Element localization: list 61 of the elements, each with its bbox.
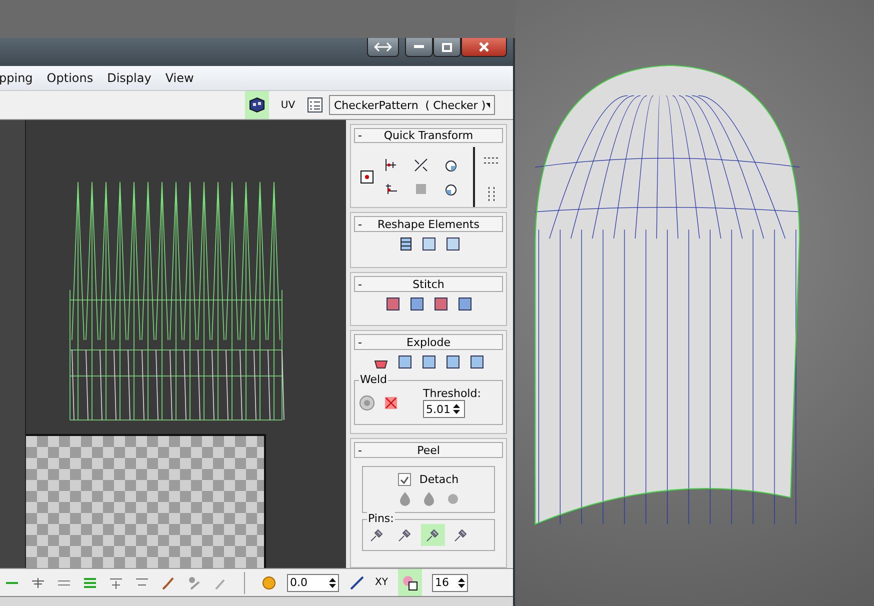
snap-toggle[interactable]	[398, 568, 422, 596]
caret-icon	[486, 102, 490, 108]
collapse-sign[interactable]: -	[358, 278, 366, 290]
minimize-icon	[414, 45, 424, 49]
grid-snap-icon	[402, 574, 418, 590]
pin-icon	[453, 527, 469, 543]
pins-label: Pins:	[367, 512, 395, 525]
check-icon	[400, 476, 410, 484]
value-spinner[interactable]: 0.0	[287, 574, 339, 592]
rollout-title: Peel	[416, 444, 441, 456]
snap-spinner[interactable]: 16	[432, 574, 468, 592]
minimize-button[interactable]	[405, 38, 433, 57]
weld-label: Weld	[359, 373, 388, 386]
rollout-title: Stitch	[412, 278, 446, 290]
align-icon[interactable]	[382, 157, 398, 173]
circle-icon[interactable]	[261, 574, 277, 590]
pin-icon	[397, 527, 413, 543]
maximize-button[interactable]	[433, 38, 461, 57]
double-arrow-icon	[374, 42, 392, 52]
threshold-spinner[interactable]: 5.01	[423, 400, 465, 418]
collapse-sign[interactable]: -	[358, 129, 366, 142]
spinner-arrows-icon[interactable]	[452, 403, 460, 415]
maximize-icon	[442, 42, 452, 52]
collapse-sign[interactable]: -	[358, 336, 366, 348]
rollout-header[interactable]: - Reshape Elements	[354, 216, 503, 232]
line-icon[interactable]	[349, 574, 365, 590]
detach-checkbox[interactable]	[398, 473, 412, 486]
uv-label[interactable]: UV	[275, 100, 301, 110]
detach-label: Detach	[419, 473, 459, 486]
menu-item[interactable]: pping	[0, 71, 33, 85]
cube-icon	[249, 97, 265, 113]
brush-icon[interactable]	[160, 574, 176, 590]
rollout-header[interactable]: - Explode	[354, 334, 503, 350]
close-button[interactable]	[461, 38, 507, 57]
list-icon[interactable]	[307, 97, 323, 113]
pin-icon	[369, 527, 385, 543]
menu-item[interactable]: View	[165, 71, 194, 85]
texture-dropdown[interactable]: CheckerPattern ( Checker )	[329, 95, 495, 115]
rollout-header[interactable]: - Quick Transform	[354, 128, 503, 143]
swap-button[interactable]	[367, 38, 399, 57]
rollout-title: Explode	[406, 336, 452, 348]
target-icon[interactable]	[359, 394, 375, 410]
weld-icon[interactable]	[383, 394, 399, 410]
axis-label[interactable]: XY	[375, 577, 388, 588]
collapse-sign[interactable]: -	[358, 444, 366, 456]
rollout-title: Reshape Elements	[376, 218, 480, 230]
pivot-icon[interactable]	[358, 169, 374, 185]
spinner-arrows-icon[interactable]	[329, 576, 336, 588]
menu-item[interactable]: Display	[107, 71, 152, 85]
collapse-sign[interactable]: -	[358, 218, 366, 230]
pin-icon	[425, 527, 441, 543]
menu-item[interactable]: Options	[46, 71, 94, 85]
rollout-header[interactable]: - Peel	[354, 442, 503, 458]
show-map-toggle[interactable]	[245, 91, 269, 119]
diagonal-align-icon[interactable]	[412, 157, 428, 173]
rollout-title: Quick Transform	[382, 129, 474, 142]
pin-button[interactable]	[421, 524, 445, 546]
threshold-label: Threshold:	[423, 387, 481, 400]
rollout-header[interactable]: - Stitch	[354, 276, 503, 292]
close-icon	[479, 42, 489, 52]
spinner-arrows-icon[interactable]	[458, 576, 465, 588]
